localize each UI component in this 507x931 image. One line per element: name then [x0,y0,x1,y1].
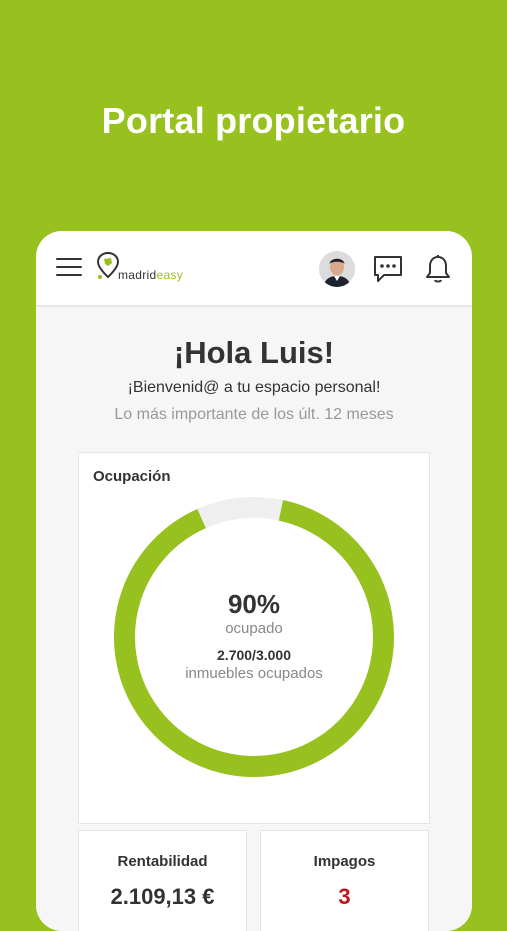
avatar[interactable] [319,251,355,287]
unpaid-card[interactable]: Impagos 3 [260,830,429,931]
chat-icon[interactable] [372,254,404,284]
logo-pin-icon [96,251,120,279]
occupancy-title: Ocupación [93,468,171,485]
greeting-title: ¡Hola Luis! [173,335,335,370]
profitability-card[interactable]: Rentabilidad 2.109,13 € [78,830,247,931]
menu-icon[interactable] [56,258,82,276]
app-header: madrideasy [36,231,472,307]
logo-wordmark: madrideasy [118,268,183,282]
logo-wordmark-madrid: madrid [118,268,157,282]
occupancy-percent: 90% [227,589,281,619]
donut-center: 90% ocupado 2.700/3.000 inmuebles ocupad… [112,495,396,779]
promo-headline: Portal propietario [101,100,406,141]
occupancy-percent-label: ocupado [225,620,283,637]
madrideasy-logo[interactable]: madrideasy [96,251,206,285]
logo-wordmark-easy: easy [156,268,184,282]
app-screen: madrideasy ¡Hola Luis! ¡Bienvenid@ a tu … [36,231,472,931]
unpaid-title: Impagos [313,853,376,870]
profitability-value: 2.109,13 € [110,884,215,909]
occupancy-count-label: inmuebles ocupados [185,665,323,682]
occupancy-count: 2.700/3.000 [217,647,291,663]
dashboard-content: ¡Hola Luis! ¡Bienvenid@ a tu espacio per… [36,307,472,931]
profitability-title: Rentabilidad [117,853,208,870]
unpaid-value: 3 [338,884,351,909]
welcome-message: ¡Bienvenid@ a tu espacio personal! [127,379,381,396]
occupancy-card[interactable]: Ocupación 90% ocupado 2.700/3.000 inmueb… [78,452,430,824]
bell-icon[interactable] [424,253,452,285]
user-photo-icon [319,251,355,287]
period-note: Lo más importante de los últ. 12 meses [114,406,394,423]
